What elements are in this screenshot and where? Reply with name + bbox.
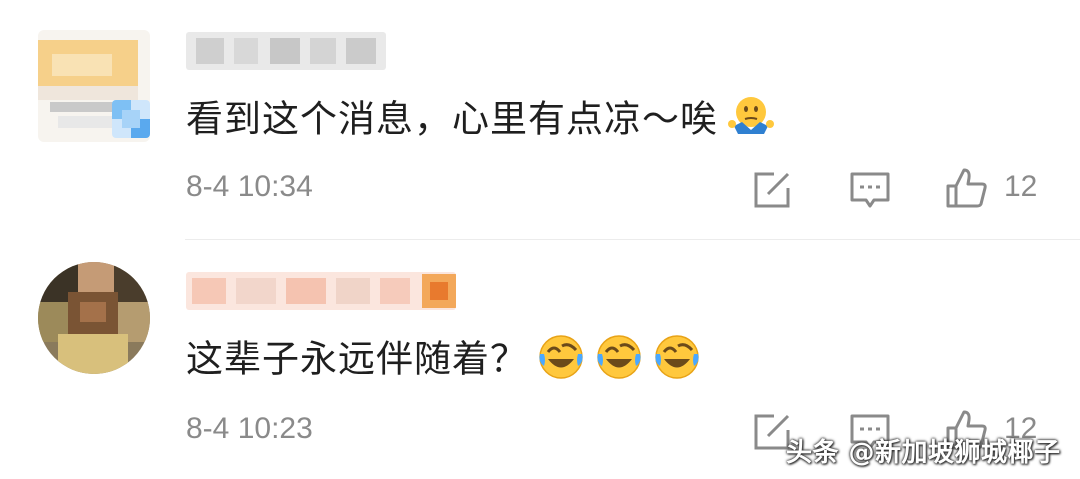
username-blurred[interactable] <box>186 272 456 310</box>
comment-text: 看到这个消息，心里有点凉～唉 <box>186 96 776 146</box>
shrug-emoji-icon <box>728 97 774 134</box>
laughing-crying-emoji-icon <box>597 335 641 379</box>
comment-icon[interactable] <box>848 168 892 212</box>
timestamp: 8-4 10:34 <box>186 170 313 203</box>
username-blurred[interactable] <box>186 32 386 70</box>
timestamp: 8-4 10:23 <box>186 412 313 445</box>
verified-badge <box>112 100 150 138</box>
edit-icon[interactable] <box>750 168 794 212</box>
comment-item: 看到这个消息，心里有点凉～唉 8-4 10:34 12 <box>0 0 1080 240</box>
laughing-crying-emoji-icon <box>655 335 699 379</box>
laughing-crying-emoji-icon <box>539 335 583 379</box>
like-count: 12 <box>1004 170 1038 203</box>
thumbs-up-icon[interactable] <box>944 166 988 210</box>
avatar[interactable] <box>38 262 150 374</box>
source-watermark: 头条 @新加坡狮城椰子 <box>786 438 1061 468</box>
comment-text: 这辈子永远伴随着？ <box>186 335 702 386</box>
